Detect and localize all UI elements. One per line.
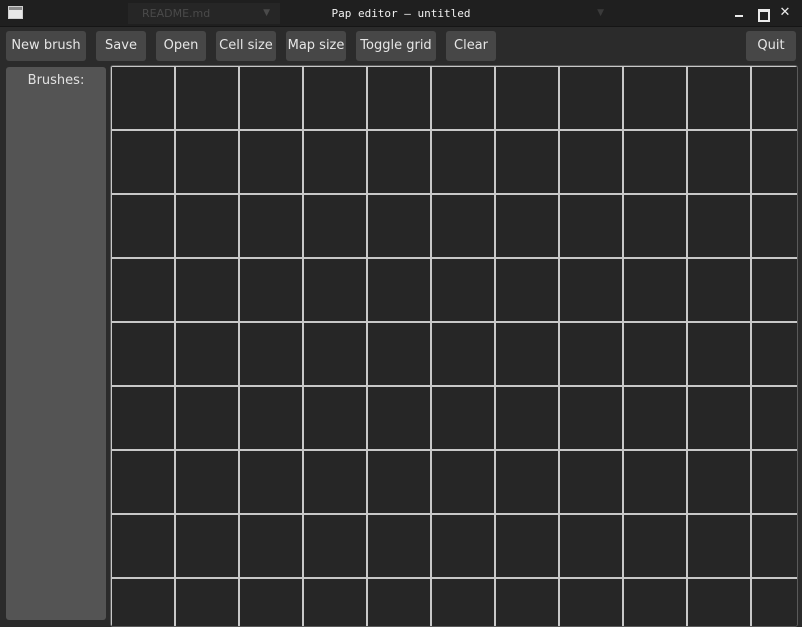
maximize-icon[interactable] <box>755 6 770 22</box>
save-button[interactable]: Save <box>96 31 146 61</box>
brushes-label: Brushes: <box>27 73 85 88</box>
cell-size-button[interactable]: Cell size <box>216 31 276 61</box>
minimize-icon[interactable] <box>732 6 746 20</box>
title-bar: README.md ▼ ▼ Pap editor – untitled ✕ <box>0 0 802 27</box>
window-title: Pap editor – untitled <box>331 7 471 20</box>
toggle-grid-button[interactable]: Toggle grid <box>356 31 436 61</box>
new-brush-button[interactable]: New brush <box>6 31 86 61</box>
toolbar: New brush Save Open Cell size Map size T… <box>0 27 802 65</box>
brushes-panel[interactable]: Brushes: <box>6 67 106 620</box>
map-size-button[interactable]: Map size <box>286 31 346 61</box>
clear-button[interactable]: Clear <box>446 31 496 61</box>
map-canvas[interactable] <box>110 65 798 627</box>
close-icon[interactable]: ✕ <box>778 6 792 20</box>
open-button[interactable]: Open <box>156 31 206 61</box>
quit-button[interactable]: Quit <box>746 31 796 61</box>
map-grid[interactable] <box>111 66 798 627</box>
